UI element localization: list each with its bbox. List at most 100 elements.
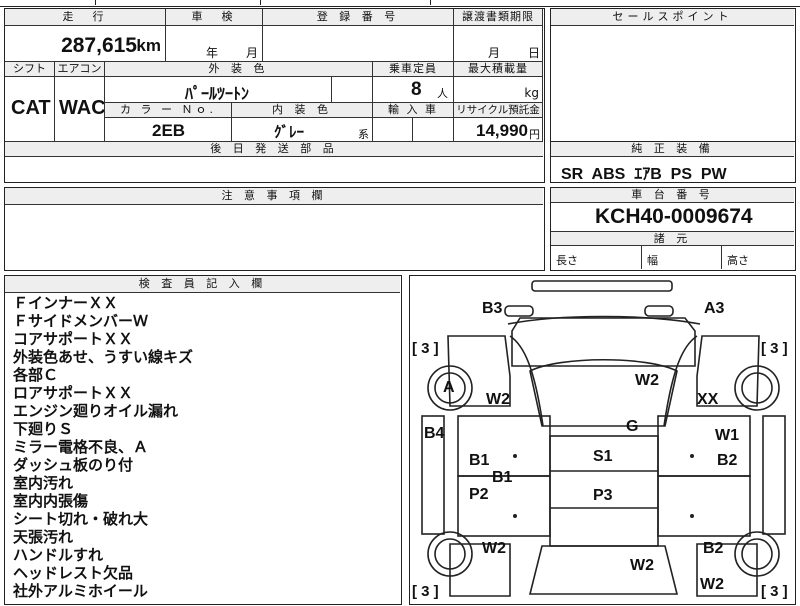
bracket-bottom-left: [ 3 ] <box>412 583 439 600</box>
regno-cell <box>263 26 454 62</box>
bracket-top-left: [ 3 ] <box>412 340 439 357</box>
inspector-note-line: エンジン廻りオイル漏れ <box>13 402 179 420</box>
dims-length-cell: 長さ <box>551 246 642 269</box>
shaken-month: 月 <box>246 46 259 60</box>
map-label-b1-b: B1 <box>492 469 513 486</box>
map-label-p3: P3 <box>593 487 613 504</box>
map-label-w2-bottom: W2 <box>630 557 654 574</box>
map-label-w1: W1 <box>715 427 739 444</box>
dims-width-cell: 幅 <box>642 246 722 269</box>
shaken-year: 年 <box>206 46 219 60</box>
bracket-top-right: [ 3 ] <box>761 340 788 357</box>
shift-header: シフト <box>5 62 55 77</box>
map-label-p2: P2 <box>469 486 489 503</box>
top-cut-strip <box>0 0 800 7</box>
map-label-w2-front-left: W2 <box>486 391 510 408</box>
map-label-b2-rear-right: B2 <box>703 540 724 557</box>
map-label-a: A <box>443 379 455 396</box>
capacity-value: 8 <box>411 79 422 100</box>
colorno-value: 2EB <box>152 121 186 140</box>
import-cell-b <box>413 118 454 142</box>
shift-cell: CAT <box>5 77 55 142</box>
mileage-value: 287,615 <box>61 34 137 57</box>
dims-title: 諸 元 <box>551 231 794 246</box>
map-label-s1: S1 <box>593 448 613 465</box>
inspector-note-line: 室内内張傷 <box>13 492 89 510</box>
sales-point-title: セールスポイント <box>551 9 794 26</box>
maxload-unit: kg <box>524 86 539 100</box>
damage-map-box: B3 A3 A W2 W2 XX B4 G W1 B1 B1 S1 B2 P2 … <box>409 275 796 605</box>
bracket-bottom-right: [ 3 ] <box>761 583 788 600</box>
inspector-note-line: ハンドルすれ <box>13 546 104 564</box>
dims-height-label: 高さ <box>727 254 749 267</box>
inspector-note-line: 各部Ｃ <box>13 366 59 384</box>
equipment-title: 純 正 装 備 <box>551 142 794 157</box>
map-label-g: G <box>626 418 639 435</box>
aircon-header: エアコン <box>55 62 105 77</box>
inspector-note-line: シート切れ・破れ大 <box>13 510 149 528</box>
dims-length-label: 長さ <box>556 254 578 267</box>
map-label-b3: B3 <box>482 300 503 317</box>
shift-value: CAT <box>11 97 51 119</box>
chassis-title: 車 台 番 号 <box>551 188 794 203</box>
chassis-box: 車 台 番 号 KCH40-0009674 諸 元 長さ 幅 高さ <box>550 187 796 271</box>
regno-header: 登 録 番 号 <box>263 9 454 26</box>
later-parts-cell <box>5 157 543 181</box>
inspector-note-line: コアサポートＸＸ <box>13 330 134 348</box>
inspector-note-line: 社外アルミホイール <box>13 582 148 600</box>
map-label-w2-bottom-right: W2 <box>700 576 724 593</box>
inspector-note-line: 下廻りＳ <box>13 420 74 438</box>
inspector-note-line: ロアサポートＸＸ <box>13 384 134 402</box>
inspector-note-line: 室内汚れ <box>13 474 74 492</box>
map-label-w2-top: W2 <box>635 372 659 389</box>
maxload-cell: kg <box>454 77 543 103</box>
aircon-cell: WAC <box>55 77 105 142</box>
transfer-day: 日 <box>528 46 541 60</box>
inspector-note-line: 外装色あせ、うすい線キズ <box>13 348 194 366</box>
interior-value: ｸﾞﾚｰ <box>274 123 305 141</box>
dims-height-cell: 高さ <box>722 246 794 269</box>
map-label-b1-a: B1 <box>469 452 490 469</box>
transfer-header: 譲渡書類期限 <box>454 9 543 26</box>
sales-point-box: セールスポイント <box>550 8 796 142</box>
inspector-note-line: 天張汚れ <box>13 528 74 546</box>
capacity-header: 乗車定員 <box>373 62 454 77</box>
mileage-unit: km <box>136 36 161 55</box>
shaken-cell: 年 月 <box>166 26 263 62</box>
transfer-cell: 月 日 <box>454 26 543 62</box>
equipment-value: SR ABS ｴｱB PS PW <box>561 166 727 183</box>
caution-box: 注 意 事 項 欄 <box>4 187 545 271</box>
exterior-extra-cell <box>332 77 373 103</box>
dims-width-label: 幅 <box>647 254 658 267</box>
capacity-unit: 人 <box>437 87 448 100</box>
capacity-cell: 8 人 <box>373 77 454 103</box>
aircon-value: WAC <box>59 97 105 119</box>
exterior-cell: ﾊﾟｰﾙﾂｰﾄﾝ <box>105 77 332 103</box>
inspector-note-line: ヘッドレスト欠品 <box>13 564 134 582</box>
interior-cell: ｸﾞﾚｰ 系 <box>232 118 373 142</box>
inspector-note-line: ダッシュ板のり付 <box>13 456 134 474</box>
map-label-b4: B4 <box>424 425 445 442</box>
colorno-cell: 2EB <box>105 118 232 142</box>
shaken-header: 車 検 <box>166 9 263 26</box>
recycle-cell: 14,990 円 <box>454 118 543 142</box>
recycle-value: 14,990 <box>476 121 528 140</box>
map-label-a3: A3 <box>704 300 725 317</box>
caution-title: 注 意 事 項 欄 <box>5 188 543 205</box>
inspector-box: 検 査 員 記 入 欄 ＦインナーＸＸ ＦサイドメンバーＷ コアサポートＸＸ 外装色あ… <box>4 275 402 605</box>
exterior-header: 外 装 色 <box>105 62 373 77</box>
main-table: 走 行 車 検 登 録 番 号 譲渡書類期限 287,615 km 年 月 月 … <box>4 8 545 183</box>
inspector-note-line: ＦサイドメンバーＷ <box>13 312 149 330</box>
equipment-box: 純 正 装 備 SR ABS ｴｱB PS PW <box>550 141 796 183</box>
map-label-w2-rear-left: W2 <box>482 540 506 557</box>
mileage-header: 走 行 <box>5 9 166 26</box>
chassis-value: KCH40-0009674 <box>595 205 753 228</box>
inspector-title: 検 査 員 記 入 欄 <box>5 276 400 293</box>
map-label-b2-right: B2 <box>717 452 738 469</box>
recycle-unit: 円 <box>529 128 540 141</box>
exterior-value: ﾊﾟｰﾙﾂｰﾄﾝ <box>185 84 250 103</box>
interior-suffix: 系 <box>358 128 369 141</box>
colorno-header: カ ラ ー Ｎｏ. <box>105 103 232 118</box>
inspector-note-line: ＦインナーＸＸ <box>13 294 119 312</box>
mileage-cell: 287,615 km <box>5 26 166 62</box>
